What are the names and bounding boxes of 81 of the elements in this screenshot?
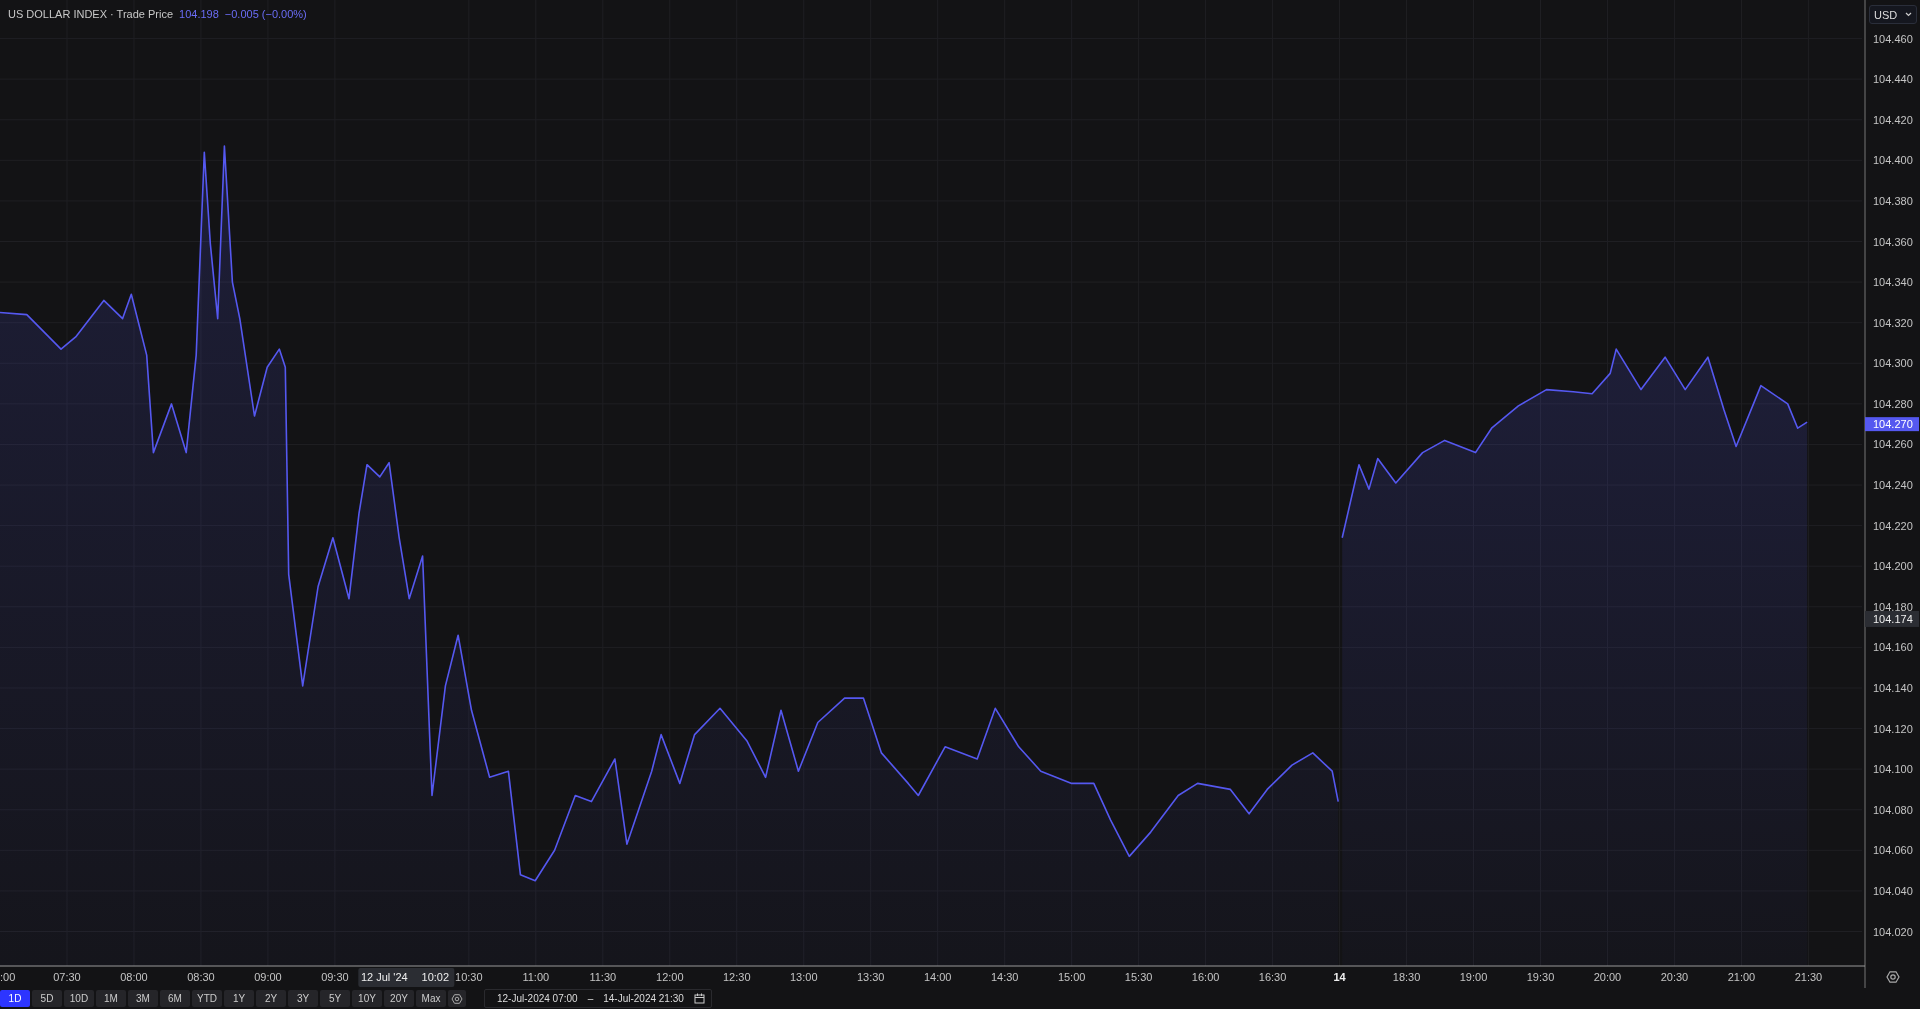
- x-axis-label: 10:30: [455, 971, 483, 983]
- y-axis-label: 104.020: [1873, 925, 1913, 938]
- range-button[interactable]: 10D: [64, 990, 94, 1007]
- range-button[interactable]: 1M: [96, 990, 126, 1007]
- y-axis-label: 104.220: [1873, 519, 1913, 532]
- x-axis-label: 12:00: [656, 971, 684, 983]
- y-axis-label: 104.420: [1873, 113, 1913, 126]
- x-axis-label: 15:00: [1057, 971, 1086, 983]
- day-label: 14: [1333, 971, 1346, 983]
- y-axis-label: 104.400: [1873, 154, 1913, 167]
- date-range-field[interactable]: 12-Jul-2024 07:00 – 14-Jul-2024 21:30: [484, 989, 712, 1008]
- crosshair-price-tag: 104.174: [1865, 610, 1919, 627]
- range-button[interactable]: 3M: [128, 990, 158, 1007]
- y-axis-label: 104.160: [1873, 641, 1913, 654]
- x-axis-label: 18:30: [1392, 971, 1421, 983]
- price-change: −0.005 (−0.00%): [224, 8, 307, 20]
- last-price-tag: 104.270: [1865, 417, 1919, 432]
- x-axis-label: 13:00: [790, 971, 818, 983]
- settings-icon[interactable]: [1886, 971, 1900, 983]
- x-axis-label: 20:30: [1660, 971, 1689, 983]
- range-button[interactable]: YTD: [192, 990, 222, 1007]
- x-axis-label: 08:00: [120, 971, 148, 983]
- range-start: 12-Jul-2024 07:00: [497, 993, 578, 1004]
- range-button[interactable]: Max: [416, 990, 446, 1007]
- range-button[interactable]: 10Y: [352, 990, 382, 1007]
- range-separator: –: [587, 993, 594, 1004]
- range-button[interactable]: 5Y: [320, 990, 350, 1007]
- tooltip-time: 10:02: [421, 971, 450, 983]
- y-axis-label: 104.040: [1873, 884, 1913, 897]
- y-axis-label: 104.100: [1873, 763, 1913, 776]
- x-axis-label: 09:30: [321, 971, 349, 983]
- y-axis-label: 104.360: [1873, 235, 1913, 248]
- x-axis-label: 21:30: [1794, 971, 1823, 983]
- x-axis-label: 15:30: [1124, 971, 1153, 983]
- y-axis-label: 104.280: [1873, 397, 1913, 410]
- x-axis-label: 07:30: [53, 971, 81, 983]
- x-axis-label: 11:00: [522, 971, 550, 983]
- x-axis-label: :00: [0, 971, 16, 983]
- tooltip-date: 12 Jul '24: [360, 971, 408, 983]
- y-axis-label: 104.260: [1873, 438, 1913, 451]
- range-settings-button[interactable]: [448, 990, 466, 1007]
- y-axis-label: 104.300: [1873, 357, 1913, 370]
- y-axis-label: 104.240: [1873, 479, 1913, 492]
- range-button[interactable]: 1Y: [224, 990, 254, 1007]
- chevron-down-icon: [1905, 12, 1912, 17]
- x-axis-label: 11:30: [589, 971, 617, 983]
- x-axis-label: 19:30: [1526, 971, 1555, 983]
- range-button[interactable]: 1D: [0, 990, 30, 1007]
- range-button[interactable]: 5D: [32, 990, 62, 1007]
- y-axis-label: 104.180: [1873, 600, 1913, 613]
- x-axis-label: 13:30: [856, 971, 885, 983]
- range-end: 14-Jul-2024 21:30: [603, 993, 684, 1004]
- instrument-title: US DOLLAR INDEX · Trade Price: [8, 8, 174, 20]
- x-axis-label: 16:00: [1191, 971, 1220, 983]
- y-axis-label: 104.060: [1873, 844, 1913, 857]
- range-button[interactable]: 20Y: [384, 990, 414, 1007]
- y-axis-label: 104.080: [1873, 803, 1913, 816]
- y-axis-label: 104.140: [1873, 681, 1913, 694]
- range-button[interactable]: 3Y: [288, 990, 318, 1007]
- y-axis-label: 104.200: [1873, 560, 1913, 573]
- x-axis-label: 21:00: [1727, 971, 1756, 983]
- y-axis-label: 104.440: [1873, 73, 1913, 86]
- x-axis-label: 14:00: [923, 971, 952, 983]
- range-button[interactable]: 6M: [160, 990, 190, 1007]
- currency-dropdown[interactable]: USD: [1869, 5, 1917, 24]
- last-price: 104.198: [179, 8, 219, 20]
- y-axis-label: 104.120: [1873, 722, 1913, 735]
- x-axis-label: 19:00: [1459, 971, 1488, 983]
- x-axis-label: 16:30: [1258, 971, 1287, 983]
- settings-icon: [451, 992, 463, 1005]
- x-axis-label: 09:00: [254, 971, 282, 983]
- y-axis-label: 104.460: [1873, 32, 1913, 45]
- calendar-icon: [693, 993, 705, 1004]
- range-button[interactable]: 2Y: [256, 990, 286, 1007]
- x-axis-label: 20:00: [1593, 971, 1622, 983]
- y-axis-label: 104.340: [1873, 276, 1913, 289]
- x-axis-label: 12:30: [723, 971, 751, 983]
- y-axis-label: 104.380: [1873, 194, 1913, 207]
- y-axis-label: 104.320: [1873, 316, 1913, 329]
- x-axis-label: 08:30: [187, 971, 215, 983]
- x-axis-label: 14:30: [990, 971, 1019, 983]
